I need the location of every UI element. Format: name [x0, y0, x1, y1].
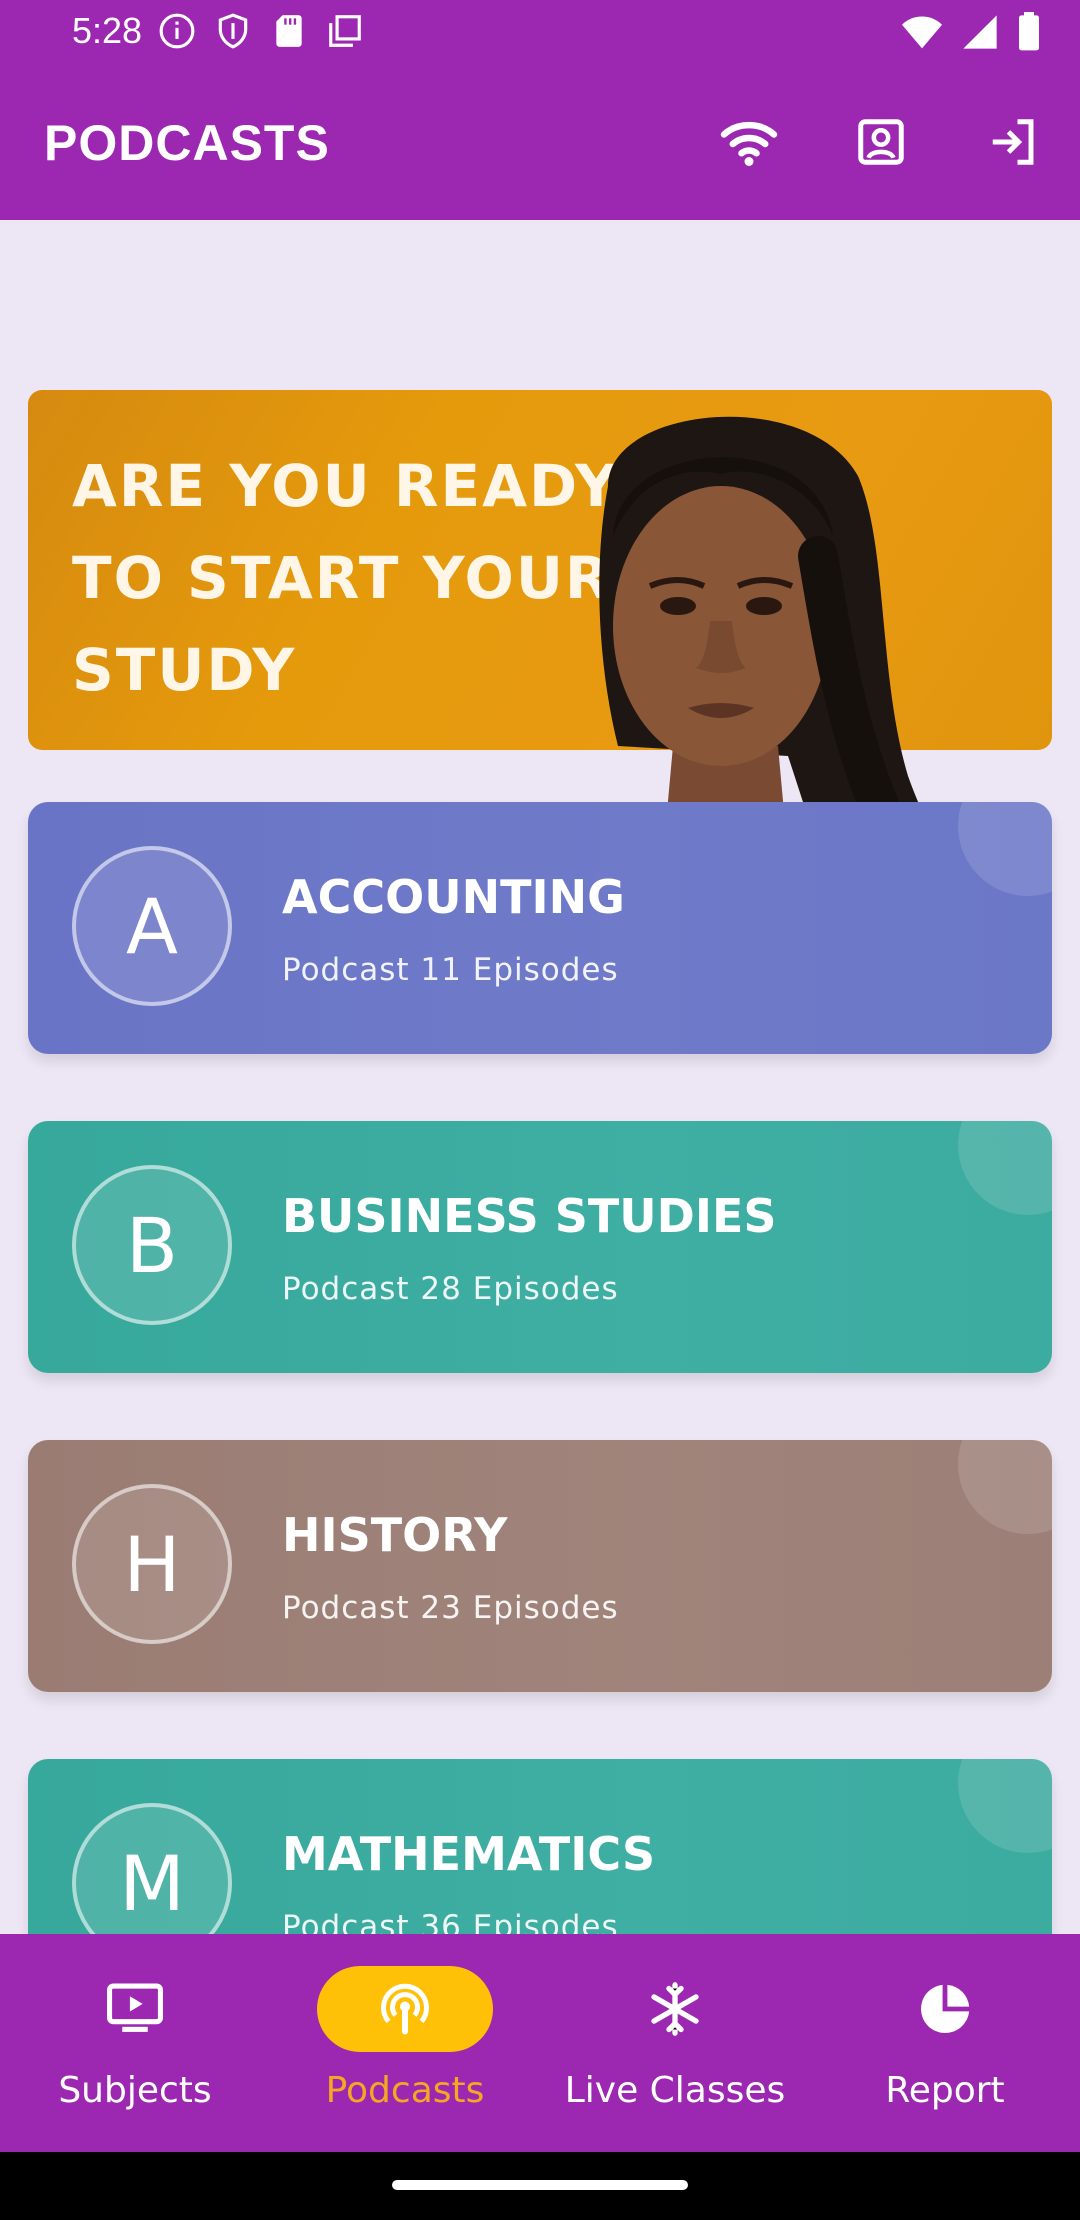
bottom-navigation: Subjects Podcasts Live Classes Report — [0, 1934, 1080, 2152]
pie-chart-icon — [920, 1984, 970, 2034]
subject-episodes: Podcast 36 Episodes — [282, 1909, 619, 1934]
snowflake-icon — [651, 1982, 699, 2036]
sd-card-icon — [276, 15, 302, 47]
subject-title: BUSINESS STUDIES — [282, 1189, 777, 1243]
status-bar: 5:28 — [0, 0, 1080, 64]
subject-episodes: Podcast 23 Episodes — [282, 1590, 619, 1626]
subject-card-history[interactable]: H HISTORY Podcast 23 Episodes — [28, 1440, 1052, 1692]
nav-item-subjects[interactable]: Subjects — [0, 1934, 270, 2152]
wifi-button[interactable] — [716, 109, 782, 175]
app-bar: PODCASTS — [0, 64, 1080, 220]
account-box-icon — [858, 119, 904, 165]
nav-icon-container — [47, 1966, 223, 2052]
status-system-icons — [900, 12, 1042, 52]
nav-label: Subjects — [58, 2070, 212, 2111]
promo-banner: ARE YOU READY TO START YOUR STUDY — [28, 390, 1052, 946]
subject-title: HISTORY — [282, 1508, 508, 1562]
subject-avatar: B — [72, 1165, 232, 1325]
wifi-icon — [902, 16, 942, 49]
subject-title: MATHEMATICS — [282, 1827, 656, 1881]
system-navigation-bar — [0, 2152, 1080, 2220]
nav-label: Report — [885, 2070, 1005, 2111]
screen-copy-icon — [329, 15, 361, 47]
tv-play-icon — [107, 1983, 163, 2032]
page-title: PODCASTS — [44, 115, 330, 171]
status-time: 5:28 — [72, 10, 143, 51]
battery-icon — [1019, 12, 1039, 51]
subject-card-business-studies[interactable]: B BUSINESS STUDIES Podcast 28 Episodes — [28, 1121, 1052, 1373]
profile-button[interactable] — [848, 109, 914, 175]
subject-avatar: A — [72, 846, 232, 1006]
nav-item-podcasts[interactable]: Podcasts — [270, 1934, 540, 2152]
wifi-icon — [720, 121, 778, 166]
shield-icon — [218, 13, 248, 49]
subject-card-mathematics[interactable]: M MATHEMATICS Podcast 36 Episodes — [28, 1759, 1052, 1934]
logout-button[interactable] — [980, 109, 1046, 175]
nav-item-live-classes[interactable]: Live Classes — [540, 1934, 810, 2152]
nav-icon-container — [857, 1966, 1033, 2052]
content-area[interactable]: ARE YOU READY TO START YOUR STUDY A ACCO… — [0, 220, 1080, 1934]
nav-item-report[interactable]: Report — [810, 1934, 1080, 2152]
info-icon — [159, 13, 195, 49]
home-gesture-handle[interactable] — [392, 2180, 688, 2190]
nav-label: Live Classes — [564, 2070, 786, 2111]
podcast-icon — [381, 1983, 429, 2035]
status-notification-icons — [158, 12, 364, 50]
nav-label: Podcasts — [325, 2070, 485, 2111]
logout-icon — [992, 119, 1034, 165]
subject-episodes: Podcast 11 Episodes — [282, 952, 619, 988]
subject-avatar: H — [72, 1484, 232, 1644]
signal-icon — [963, 15, 997, 49]
subject-title: ACCOUNTING — [282, 870, 625, 924]
subject-episodes: Podcast 28 Episodes — [282, 1271, 619, 1307]
nav-icon-container — [587, 1966, 763, 2052]
subject-card-accounting[interactable]: A ACCOUNTING Podcast 11 Episodes — [28, 802, 1052, 1054]
nav-active-indicator — [317, 1966, 493, 2052]
